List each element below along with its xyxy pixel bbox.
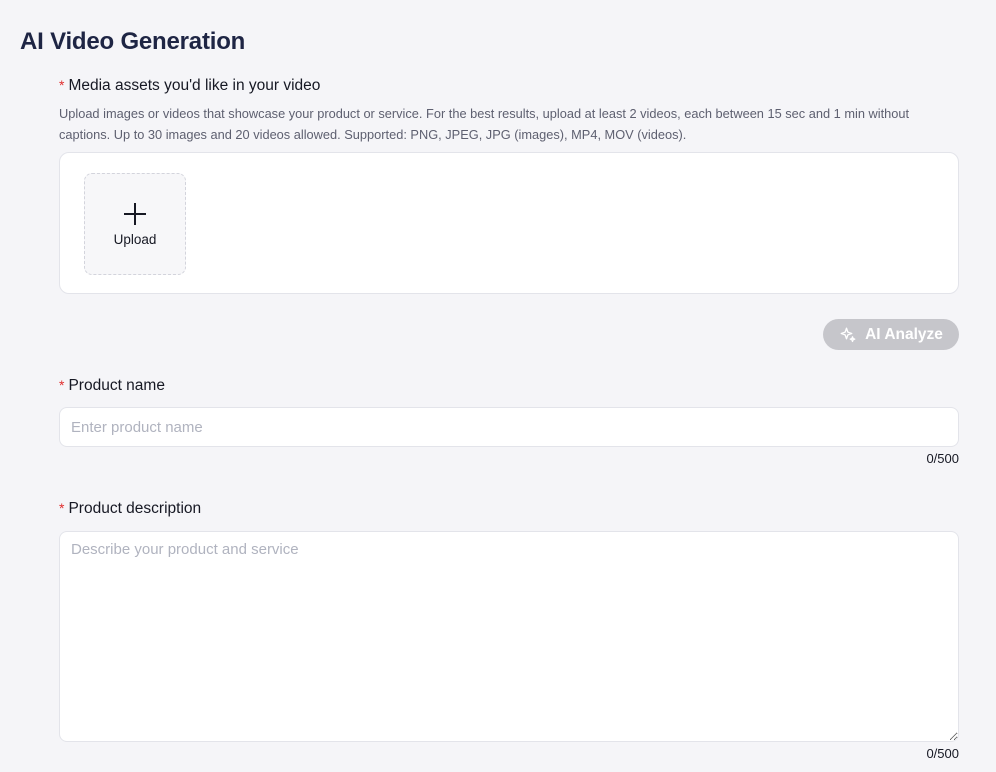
product-description-counter: 0/500 — [926, 746, 959, 761]
product-description-label-text: Product description — [68, 500, 202, 517]
media-assets-label: * Media assets you'd like in your video — [59, 77, 320, 95]
product-name-counter: 0/500 — [926, 451, 959, 466]
product-name-label-text: Product name — [68, 377, 165, 394]
product-name-input[interactable] — [59, 407, 959, 447]
sparkle-icon — [840, 327, 856, 342]
product-name-label: * Product name — [59, 377, 165, 395]
ai-analyze-label: AI Analyze — [865, 325, 943, 343]
ai-video-generation-page: AI Video Generation * Media assets you'd … — [0, 0, 996, 772]
product-description-textarea[interactable] — [59, 531, 959, 742]
plus-icon — [123, 202, 147, 226]
upload-button[interactable]: Upload — [84, 173, 186, 275]
media-upload-area[interactable]: Upload — [59, 152, 959, 294]
upload-label: Upload — [113, 231, 157, 247]
media-assets-hint: Upload images or videos that showcase yo… — [59, 106, 910, 142]
ai-analyze-button[interactable]: AI Analyze — [823, 319, 959, 350]
product-description-label: * Product description — [59, 500, 201, 518]
required-mark: * — [59, 500, 65, 516]
required-mark: * — [59, 377, 65, 393]
required-mark: * — [59, 77, 65, 93]
page-title: AI Video Generation — [20, 28, 246, 55]
media-assets-label-text: Media assets you'd like in your video — [68, 77, 321, 94]
